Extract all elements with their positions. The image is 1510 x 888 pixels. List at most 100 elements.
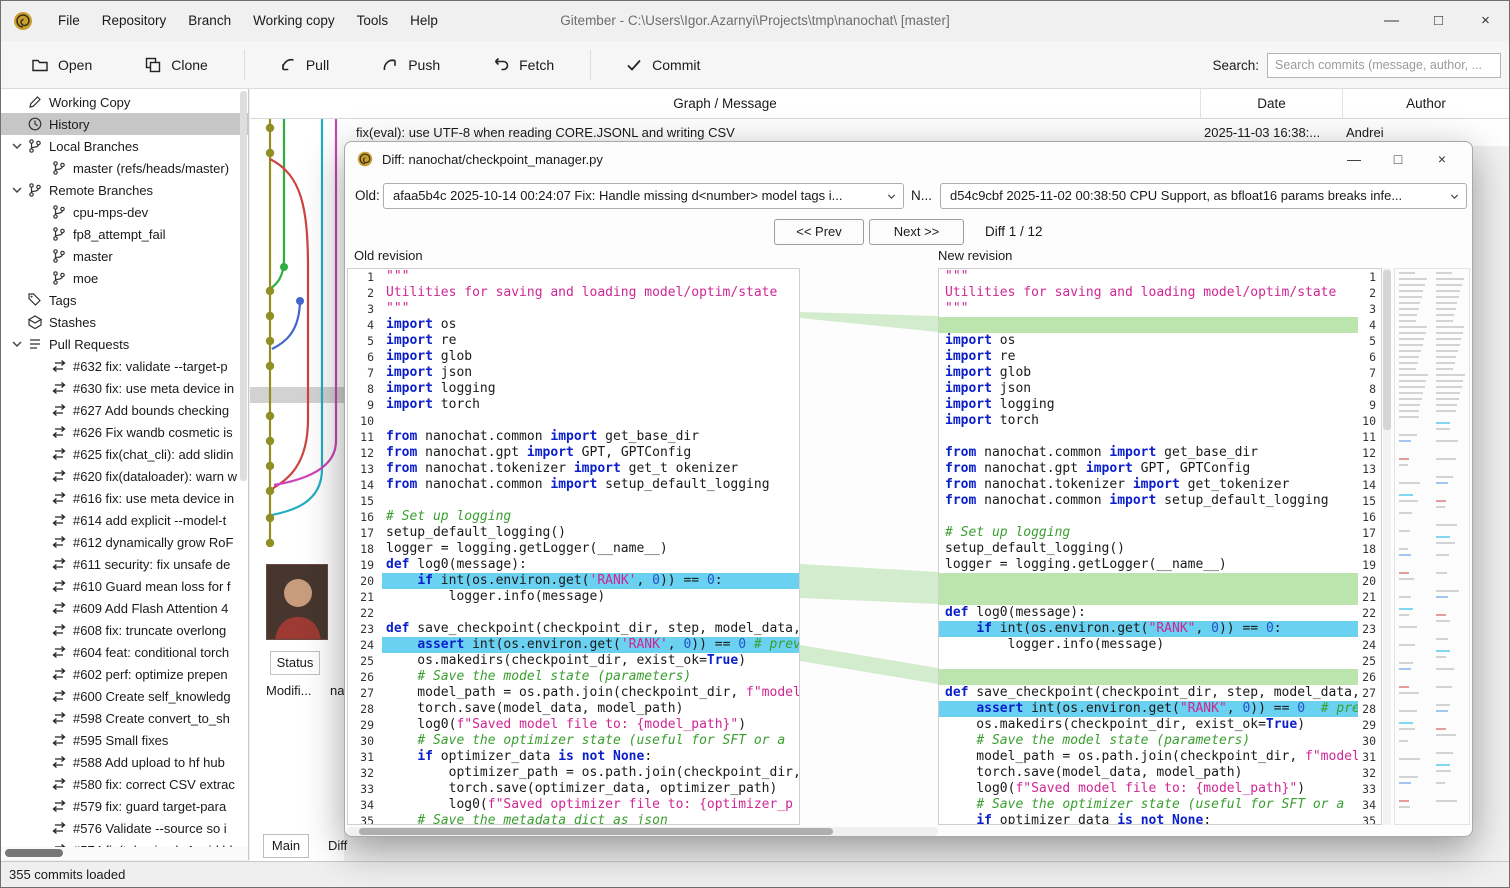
- prev-diff-button[interactable]: << Prev: [774, 219, 864, 245]
- old-revision-select[interactable]: afaa5b4c 2025-10-14 00:24:07 Fix: Handle…: [383, 183, 904, 209]
- sidebar-item-local-branches[interactable]: Local Branches: [1, 135, 248, 157]
- diff-line-new-9: import logging9: [939, 397, 1381, 413]
- line-number: 15: [1358, 493, 1381, 509]
- sidebar-item-576-validate-source-so-i[interactable]: #576 Validate --source so i: [1, 817, 248, 839]
- close-button[interactable]: ×: [1462, 1, 1509, 41]
- line-number: 30: [1358, 733, 1381, 749]
- column-header-date[interactable]: Date: [1200, 89, 1342, 119]
- line-number: 7: [1358, 365, 1381, 381]
- old-revision-label: Old:: [355, 182, 380, 210]
- diff-line-new-31: model_path = os.path.join(checkpoint_dir…: [939, 749, 1381, 765]
- sidebar-item-580-fix-correct-csv-extrac[interactable]: #580 fix: correct CSV extrac: [1, 773, 248, 795]
- fetch-button[interactable]: Fetch: [492, 56, 554, 74]
- sidebar-horizontal-scrollbar[interactable]: [1, 847, 249, 860]
- sidebar-item-588-add-upload-to-hf-hub[interactable]: #588 Add upload to hf hub: [1, 751, 248, 773]
- pull-button[interactable]: Pull: [279, 56, 329, 74]
- menu-branch[interactable]: Branch: [177, 1, 242, 41]
- diff-line-old-33: 33 torch.save(optimizer_data, optimizer_…: [348, 781, 799, 797]
- sidebar-item-626-fix-wandb-cosmetic-is[interactable]: #626 Fix wandb cosmetic is: [1, 421, 248, 443]
- menu-repository[interactable]: Repository: [91, 1, 178, 41]
- open-button[interactable]: Open: [31, 56, 92, 74]
- diff-line-old-9: 9import torch: [348, 397, 799, 413]
- push-button[interactable]: Push: [381, 56, 440, 74]
- column-header-graph-message[interactable]: Graph / Message: [250, 89, 1200, 119]
- sidebar-vertical-scrollbar[interactable]: [240, 91, 247, 843]
- sidebar-item-604-feat-conditional-torch[interactable]: #604 feat: conditional torch: [1, 641, 248, 663]
- dialog-controls: — □ ×: [1332, 142, 1464, 176]
- sidebar-item-history[interactable]: History: [1, 113, 248, 135]
- line-number: 2: [1358, 285, 1381, 301]
- line-number: 11: [1358, 429, 1381, 445]
- sidebar-item-598-create-convert-to-sh[interactable]: #598 Create convert_to_sh: [1, 707, 248, 729]
- sidebar-item-master-refs-heads-master[interactable]: master (refs/heads/master): [1, 157, 248, 179]
- tab-diff[interactable]: Diff: [328, 834, 347, 858]
- sidebar-item-602-perf-optimize-prepen[interactable]: #602 perf: optimize prepen: [1, 663, 248, 685]
- sidebar-item-595-small-fixes[interactable]: #595 Small fixes: [1, 729, 248, 751]
- branch-icon: [51, 204, 67, 220]
- menu-tools[interactable]: Tools: [346, 1, 400, 41]
- commit-button[interactable]: Commit: [625, 56, 700, 74]
- dialog-close-button[interactable]: ×: [1420, 142, 1464, 176]
- line-number: 21: [348, 589, 382, 605]
- pull-request-icon: [51, 600, 67, 616]
- diff-line-new-16: 16: [939, 509, 1381, 525]
- dialog-maximize-button[interactable]: □: [1376, 142, 1420, 176]
- sidebar-item-moe[interactable]: moe: [1, 267, 248, 289]
- sidebar-item-609-add-flash-attention-4[interactable]: #609 Add Flash Attention 4: [1, 597, 248, 619]
- sidebar-item-remote-branches[interactable]: Remote Branches: [1, 179, 248, 201]
- menu-working-copy[interactable]: Working copy: [242, 1, 346, 41]
- sidebar-item-627-add-bounds-checking[interactable]: #627 Add bounds checking: [1, 399, 248, 421]
- sidebar-item-574-fix-tokenizer-avoid-bl[interactable]: #574 fix(tokenizer): Avoid bl: [1, 839, 248, 847]
- sidebar-item-fp8-attempt-fail[interactable]: fp8_attempt_fail: [1, 223, 248, 245]
- diff-minimap[interactable]: [1394, 268, 1470, 825]
- old-revision-pane[interactable]: 1"""2Utilities for saving and loading mo…: [347, 268, 800, 825]
- menu-help[interactable]: Help: [399, 1, 449, 41]
- sidebar-item-tags[interactable]: Tags: [1, 289, 248, 311]
- sidebar-item-cpu-mps-dev[interactable]: cpu-mps-dev: [1, 201, 248, 223]
- sidebar-item-614-add-explicit-model-t[interactable]: #614 add explicit --model-t: [1, 509, 248, 531]
- sidebar-item-630-fix-use-meta-device-in[interactable]: #630 fix: use meta device in: [1, 377, 248, 399]
- dialog-minimize-button[interactable]: —: [1332, 142, 1376, 176]
- sidebar-item-600-create-self-knowledg[interactable]: #600 Create self_knowledg: [1, 685, 248, 707]
- branch-icon: [51, 160, 67, 176]
- sidebar-item-616-fix-use-meta-device-in[interactable]: #616 fix: use meta device in: [1, 487, 248, 509]
- new-revision-pane[interactable]: """1Utilities for saving and loading mod…: [938, 268, 1382, 825]
- titlebar: FileRepositoryBranchWorking copyToolsHel…: [1, 1, 1509, 41]
- sidebar-item-pull-requests[interactable]: Pull Requests: [1, 333, 248, 355]
- clone-button[interactable]: Clone: [144, 56, 208, 74]
- branch-icon: [51, 270, 67, 286]
- menubar: FileRepositoryBranchWorking copyToolsHel…: [47, 1, 449, 41]
- maximize-button[interactable]: □: [1415, 1, 1462, 41]
- sidebar-item-620-fix-dataloader-warn-w[interactable]: #620 fix(dataloader): warn w: [1, 465, 248, 487]
- sidebar-item-610-guard-mean-loss-for-f[interactable]: #610 Guard mean loss for f: [1, 575, 248, 597]
- sidebar-item-579-fix-guard-target-para[interactable]: #579 fix: guard target-para: [1, 795, 248, 817]
- toolbar-button-label: Commit: [652, 57, 700, 73]
- file-status-cell: Modifi...: [266, 683, 312, 698]
- search-area: Search:: [1212, 41, 1501, 89]
- minimize-button[interactable]: —: [1368, 1, 1415, 41]
- diff-vertical-scrollbar[interactable]: [1383, 268, 1391, 825]
- sidebar-item-611-security-fix-unsafe-de[interactable]: #611 security: fix unsafe de: [1, 553, 248, 575]
- new-revision-label: N...: [911, 182, 932, 210]
- new-revision-select[interactable]: d54c9cbf 2025-11-02 00:38:50 CPU Support…: [940, 183, 1467, 209]
- sidebar-item-632-fix-validate-target-p[interactable]: #632 fix: validate --target-p: [1, 355, 248, 377]
- sidebar-item-625-fix-chat-cli-add-slidin[interactable]: #625 fix(chat_cli): add slidin: [1, 443, 248, 465]
- column-header-author[interactable]: Author: [1342, 89, 1509, 119]
- sidebar-item-608-fix-truncate-overlong[interactable]: #608 fix: truncate overlong: [1, 619, 248, 641]
- diff-horizontal-scrollbar[interactable]: [347, 827, 938, 836]
- line-number: 4: [348, 317, 382, 333]
- menu-file[interactable]: File: [47, 1, 91, 41]
- search-input[interactable]: [1267, 53, 1501, 78]
- diff-line-old-15: 15: [348, 493, 799, 509]
- line-number: 9: [348, 397, 382, 413]
- tab-status[interactable]: Status: [270, 651, 320, 675]
- sidebar-item-stashes[interactable]: Stashes: [1, 311, 248, 333]
- commit-graph[interactable]: [250, 119, 344, 851]
- next-diff-button[interactable]: Next >>: [869, 219, 964, 245]
- sidebar-item-master[interactable]: master: [1, 245, 248, 267]
- sidebar-item-612-dynamically-grow-rof[interactable]: #612 dynamically grow RoF: [1, 531, 248, 553]
- sidebar-item-working-copy[interactable]: Working Copy: [1, 91, 248, 113]
- sidebar-item-label: Working Copy: [49, 95, 130, 110]
- tab-main[interactable]: Main: [263, 834, 309, 858]
- diff-line-old-25: 25 os.makedirs(checkpoint_dir, exist_ok=…: [348, 653, 799, 669]
